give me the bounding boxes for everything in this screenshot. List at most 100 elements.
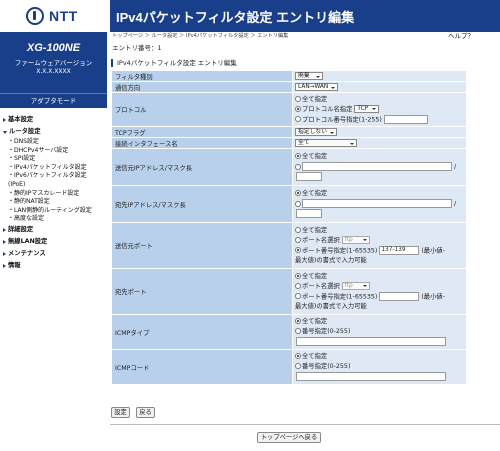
radio-label: 番号指定(0-255) bbox=[302, 363, 351, 370]
format-note: 最大値)の書式で入力可能 bbox=[295, 302, 367, 310]
nav-label: ルータ設定 bbox=[9, 128, 41, 135]
icmp-code-input[interactable] bbox=[296, 372, 446, 381]
radio-label: 全て指定 bbox=[302, 190, 328, 197]
radio-label: 全て指定 bbox=[302, 95, 328, 103]
divider bbox=[110, 424, 500, 425]
direction-label: 通信方向 bbox=[112, 82, 292, 92]
dst-mask-input[interactable] bbox=[296, 209, 322, 218]
radio-label: 全て指定 bbox=[302, 226, 328, 234]
src-port-name-radio[interactable] bbox=[295, 236, 301, 243]
src-ip-all-radio[interactable] bbox=[295, 153, 301, 159]
page-title: IPv4パケットフィルタ設定 エントリ編集 bbox=[110, 0, 500, 32]
radio-label: ポート名選択 bbox=[302, 236, 340, 244]
nav-sub-spi[interactable]: ・SPI設定 bbox=[0, 155, 107, 164]
entry-number: エントリ番号：1 bbox=[112, 44, 162, 52]
dst-port-name-radio[interactable] bbox=[295, 282, 301, 289]
nav-sub-static-masq[interactable]: ・静的IPマスカレード設定 bbox=[0, 190, 107, 199]
format-note: 最大値)の書式で入力可能 bbox=[295, 256, 367, 264]
breadcrumb: トップページ ＞ ルータ設定 ＞ IPv4パケットフィルタ設定 ＞ エントリ編集… bbox=[110, 32, 500, 41]
ntt-logo-icon bbox=[26, 7, 44, 25]
dst-port-number-input[interactable] bbox=[379, 291, 420, 301]
set-button[interactable]: 設定 bbox=[111, 407, 130, 418]
nav-info[interactable]: 情報 bbox=[0, 260, 107, 272]
src-port-all-radio[interactable] bbox=[295, 226, 301, 233]
tcp-flag-select[interactable]: 指定しない bbox=[295, 128, 337, 136]
dst-ip-input[interactable] bbox=[302, 199, 452, 208]
tcp-flag-label: TCPフラグ bbox=[112, 127, 292, 137]
radio-label: 全て指定 bbox=[302, 318, 328, 325]
radio-label: ポート番号指定(1-65535) bbox=[302, 247, 378, 254]
help-link[interactable]: ヘルプ？ bbox=[448, 32, 474, 41]
back-button[interactable]: 戻る bbox=[136, 407, 155, 418]
icmp-type-all-radio[interactable] bbox=[295, 318, 301, 324]
nav-details[interactable]: 詳細設定 bbox=[0, 224, 107, 236]
firmware-version: X.X.X.XXXX bbox=[36, 68, 71, 75]
filter-type-label: フィルタ種別 bbox=[112, 71, 292, 81]
nav-maintenance[interactable]: メンテナンス bbox=[0, 248, 107, 260]
dst-port-all-radio[interactable] bbox=[295, 272, 301, 279]
radio-label: プロトコル名指定 bbox=[302, 105, 353, 113]
breadcrumb-text[interactable]: トップページ ＞ ルータ設定 ＞ IPv4パケットフィルタ設定 ＞ エントリ編集 bbox=[112, 33, 288, 39]
dst-port-name-select[interactable]: ftp bbox=[341, 281, 370, 290]
nav-sub-ipoe[interactable]: (IPoE) bbox=[0, 181, 107, 190]
format-note: (最小値- bbox=[421, 293, 445, 300]
protocol-name-radio[interactable] bbox=[295, 105, 301, 112]
nav-sub-dns[interactable]: ・DNS設定 bbox=[0, 138, 107, 147]
main-content: IPv4パケットフィルタ設定 エントリ編集 トップページ ＞ ルータ設定 ＞ I… bbox=[110, 0, 500, 451]
nav-wireless[interactable]: 無線LAN設定 bbox=[0, 236, 107, 248]
icmp-code-number-radio[interactable] bbox=[295, 363, 301, 369]
protocol-number-radio[interactable] bbox=[295, 116, 301, 122]
nav-basic[interactable]: 基本設定 bbox=[0, 114, 107, 126]
src-port-number-radio[interactable] bbox=[295, 247, 301, 253]
src-port-name-select[interactable]: ftp bbox=[341, 235, 370, 244]
arrow-right-icon bbox=[3, 227, 6, 232]
radio-label: 全て指定 bbox=[302, 272, 328, 280]
dst-ip-specify-radio[interactable] bbox=[295, 200, 301, 207]
logo-text: NTT bbox=[49, 8, 78, 24]
nav-sub-ipv6-filter[interactable]: ・IPv6パケットフィルタ設定 bbox=[0, 172, 107, 181]
device-info: XG-100NE ファームウェアバージョン X.X.X.XXXX bbox=[0, 32, 107, 94]
radio-label: ポート番号指定(1-65535) bbox=[302, 293, 378, 300]
radio-label: 番号指定(0-255) bbox=[302, 328, 351, 335]
src-port-label: 送信元ポート bbox=[112, 223, 292, 268]
icmp-code-all-radio[interactable] bbox=[295, 353, 301, 359]
icmp-type-input[interactable] bbox=[296, 337, 446, 346]
nav-menu: 基本設定 ルータ設定 ・DNS設定 ・DHCPv4サーバ設定 ・SPI設定 ・I… bbox=[0, 108, 107, 272]
interface-select[interactable]: 全て bbox=[295, 139, 357, 147]
nav-sub-dhcp[interactable]: ・DHCPv4サーバ設定 bbox=[0, 147, 107, 156]
src-ip-label: 送信元IPアドレス/マスク長 bbox=[112, 149, 292, 185]
nav-sub-advanced[interactable]: ・高度な設定 bbox=[0, 215, 107, 224]
src-mask-input[interactable] bbox=[296, 172, 322, 181]
nav-router[interactable]: ルータ設定 bbox=[0, 126, 107, 138]
radio-label: 全て指定 bbox=[302, 353, 328, 360]
protocol-name-select[interactable]: TCP bbox=[354, 104, 380, 113]
arrow-right-icon bbox=[3, 239, 6, 244]
dst-ip-all-radio[interactable] bbox=[295, 190, 301, 196]
icmp-code-label: ICMPコード bbox=[112, 350, 292, 384]
radio-label: プロトコル番号指定(1-255) bbox=[302, 116, 382, 123]
filter-type-select[interactable]: 廃棄 bbox=[295, 72, 323, 80]
nav-sub-static-nat[interactable]: ・静的NAT設定 bbox=[0, 198, 107, 207]
top-page-button[interactable]: トップページへ戻る bbox=[257, 432, 321, 443]
direction-select[interactable]: LAN→WAN bbox=[295, 83, 338, 91]
model-name: XG-100NE bbox=[26, 42, 81, 54]
icmp-type-label: ICMPタイプ bbox=[112, 315, 292, 349]
format-note: (最小値- bbox=[421, 247, 445, 254]
dst-port-number-radio[interactable] bbox=[295, 293, 301, 299]
src-port-number-input[interactable]: 137-139 bbox=[379, 245, 420, 255]
src-ip-specify-radio[interactable] bbox=[295, 163, 301, 170]
icmp-type-number-radio[interactable] bbox=[295, 328, 301, 334]
arrow-right-icon bbox=[3, 251, 6, 256]
radio-label: ポート名選択 bbox=[302, 282, 340, 290]
firmware-label: ファームウェアバージョン bbox=[14, 59, 93, 67]
sidebar: NTT XG-100NE ファームウェアバージョン X.X.X.XXXX アダプ… bbox=[0, 0, 107, 451]
arrow-right-icon bbox=[3, 118, 6, 122]
filter-form: フィルタ種別 廃棄 通信方向 LAN→WAN プロトコル 全て指定 プロトコル名… bbox=[111, 70, 467, 385]
protocol-all-radio[interactable] bbox=[295, 95, 301, 102]
protocol-number-input[interactable] bbox=[383, 114, 428, 124]
protocol-label: プロトコル bbox=[112, 93, 292, 126]
dst-port-label: 宛先ポート bbox=[112, 269, 292, 314]
interface-label: 接続インタフェース名 bbox=[112, 138, 292, 148]
section-title: IPv4パケットフィルタ設定 エントリ編集 bbox=[111, 59, 500, 67]
src-ip-input[interactable] bbox=[302, 162, 452, 171]
